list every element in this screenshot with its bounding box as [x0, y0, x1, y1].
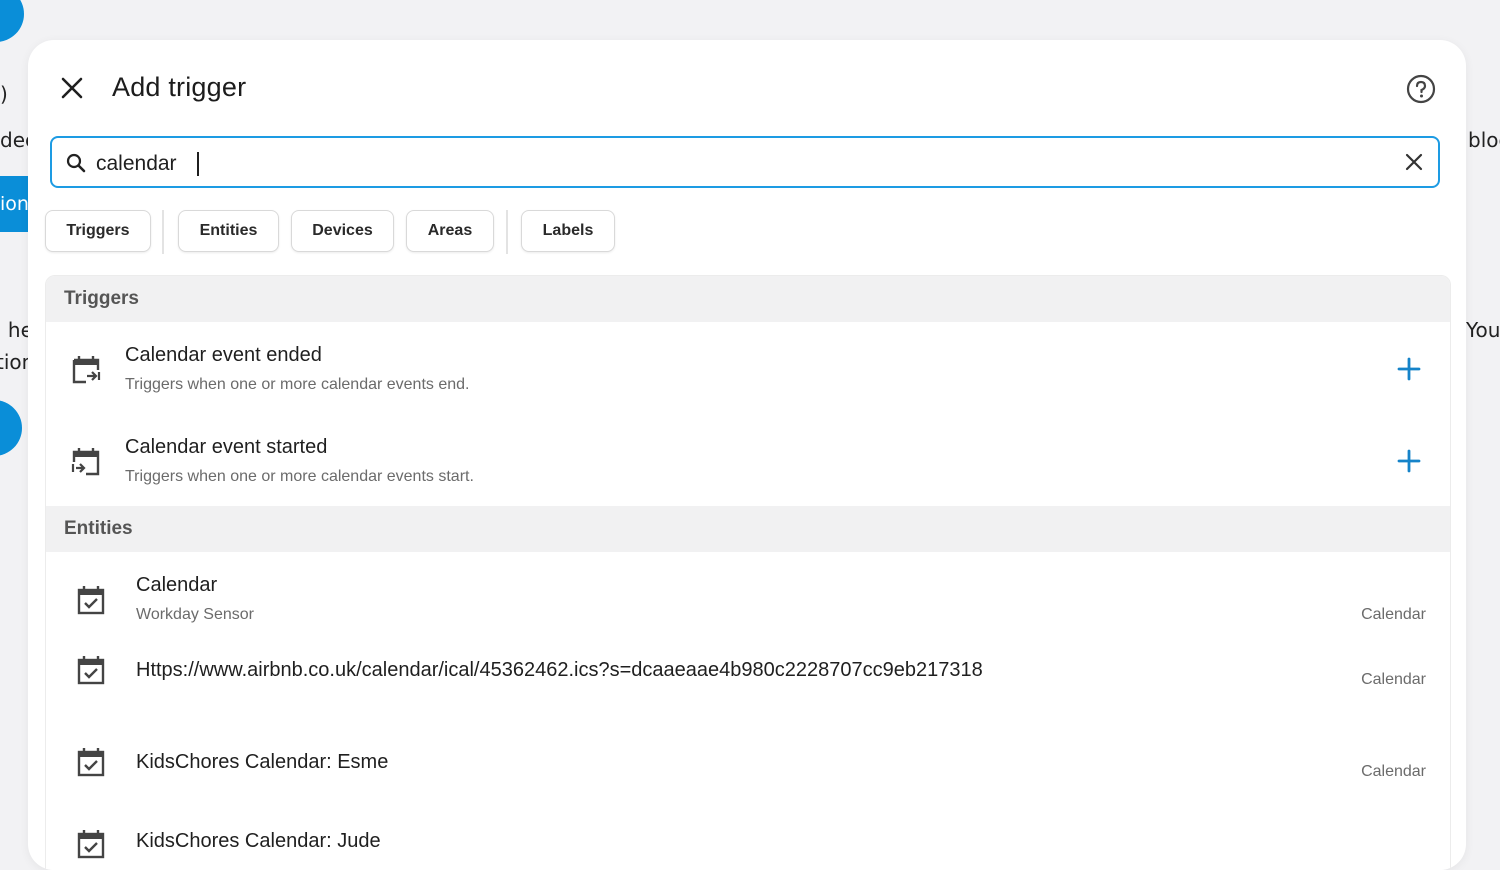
section-header-triggers: Triggers: [46, 276, 1450, 322]
entity-item-kidschores-jude[interactable]: KidsChores Calendar: Jude: [46, 816, 1450, 870]
filter-chip-areas[interactable]: Areas: [406, 210, 494, 252]
entity-item-title: KidsChores Calendar: Esme: [136, 751, 389, 773]
dialog-title: Add trigger: [112, 72, 247, 102]
background-text: You: [1466, 318, 1500, 342]
chip-divider: [506, 210, 508, 254]
add-trigger-dialog: Add trigger Triggers Entities Devices Ar…: [28, 40, 1466, 870]
trigger-item-calendar-event-started[interactable]: Calendar event started Triggers when one…: [46, 414, 1450, 506]
filter-chip-labels[interactable]: Labels: [521, 210, 615, 252]
calendar-start-icon: [70, 446, 102, 478]
entity-item-title: Calendar: [136, 574, 218, 596]
entity-item-kidschores-esme[interactable]: KidsChores Calendar: Esme Calendar: [46, 724, 1450, 816]
background-fab-bottom: [0, 400, 22, 456]
search-icon: [66, 153, 86, 173]
background-button: ion: [0, 176, 28, 232]
calendar-check-icon: [76, 654, 108, 686]
entity-item-domain: Calendar: [1361, 606, 1426, 623]
filter-chip-label: Areas: [427, 222, 473, 239]
calendar-check-icon: [76, 828, 108, 860]
trigger-item-title: Calendar event ended: [125, 344, 322, 366]
entity-item-domain: Calendar: [1361, 763, 1426, 780]
calendar-end-icon: [70, 354, 102, 386]
search-input[interactable]: [94, 148, 1388, 180]
entity-item-device: Workday Sensor: [136, 606, 254, 623]
filter-chip-label: Labels: [542, 222, 594, 239]
background-text: ): [0, 82, 8, 106]
background-text: bloc: [1468, 128, 1500, 152]
clear-icon[interactable]: [1404, 152, 1424, 172]
close-icon[interactable]: [58, 74, 86, 102]
add-icon[interactable]: [1396, 356, 1422, 382]
calendar-check-icon: [76, 584, 108, 616]
filter-chip-devices[interactable]: Devices: [291, 210, 394, 252]
filter-chip-label: Devices: [312, 222, 373, 239]
trigger-item-description: Triggers when one or more calendar event…: [125, 468, 474, 485]
trigger-item-description: Triggers when one or more calendar event…: [125, 376, 470, 393]
entity-item-title: Https://www.airbnb.co.uk/calendar/ical/4…: [136, 659, 983, 681]
text-caret: [197, 152, 199, 176]
add-icon[interactable]: [1396, 448, 1422, 474]
help-circle-icon[interactable]: [1406, 74, 1436, 104]
filter-chip-label: Entities: [199, 222, 258, 239]
chip-divider: [162, 210, 164, 254]
results-list: Triggers Calendar event ended Triggers w…: [45, 275, 1451, 870]
filter-chip-label: Triggers: [66, 222, 130, 239]
entity-item-domain: Calendar: [1361, 671, 1426, 688]
entity-item-airbnb-calendar[interactable]: Https://www.airbnb.co.uk/calendar/ical/4…: [46, 632, 1450, 724]
section-header-entities: Entities: [46, 506, 1450, 552]
filter-chip-triggers[interactable]: Triggers: [45, 210, 151, 252]
filter-chip-entities[interactable]: Entities: [178, 210, 279, 252]
calendar-check-icon: [76, 746, 108, 778]
trigger-item-calendar-event-ended[interactable]: Calendar event ended Triggers when one o…: [46, 322, 1450, 414]
background-button-label: ion: [0, 193, 28, 215]
entity-item-calendar[interactable]: Calendar Workday Sensor Calendar: [46, 552, 1450, 632]
background-fab-top: [0, 0, 24, 42]
entity-item-title: KidsChores Calendar: Jude: [136, 830, 381, 852]
trigger-item-title: Calendar event started: [125, 436, 328, 458]
search-field[interactable]: [50, 136, 1440, 188]
